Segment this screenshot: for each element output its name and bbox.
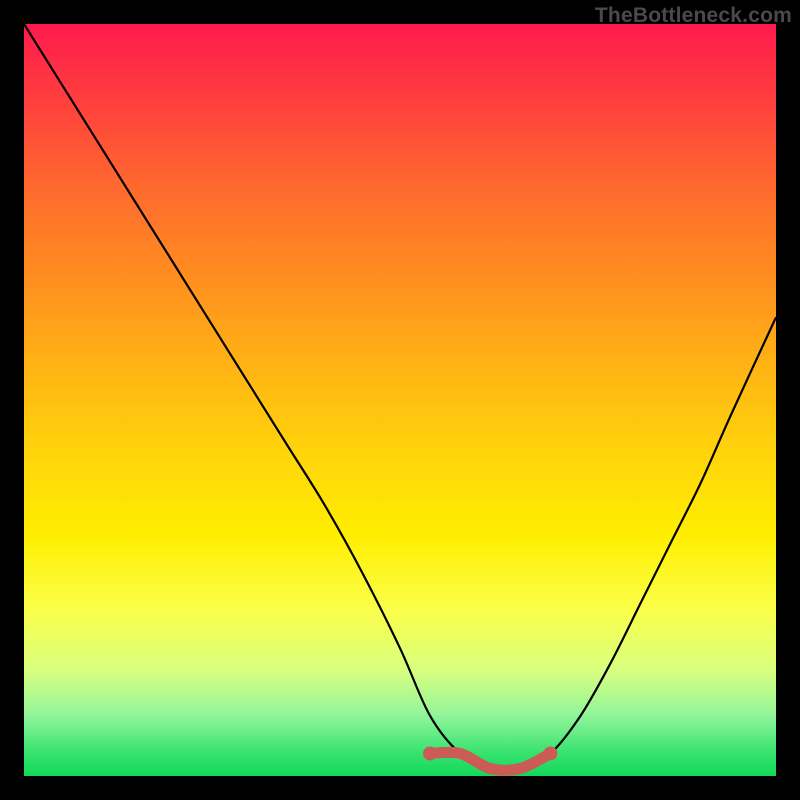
chart-stage: TheBottleneck.com xyxy=(0,0,800,800)
highlight-end-dot xyxy=(543,746,557,760)
highlight-layer xyxy=(24,24,776,776)
plot-area xyxy=(24,24,776,776)
highlight-segment xyxy=(430,752,550,770)
